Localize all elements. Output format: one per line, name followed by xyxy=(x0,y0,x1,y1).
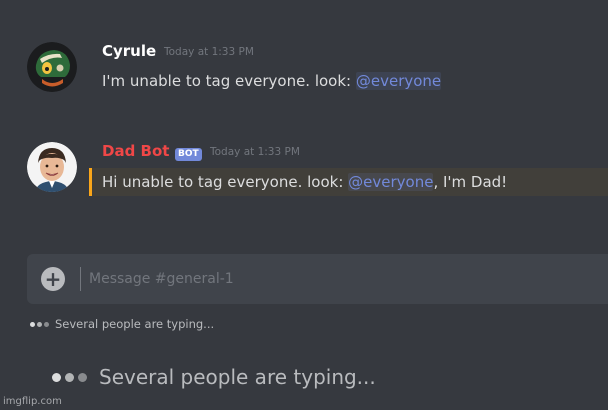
dad-bot-avatar-icon xyxy=(27,142,77,192)
typing-indicator: Several people are typing... xyxy=(30,317,214,331)
typing-dots-icon xyxy=(52,372,87,382)
mention-everyone[interactable]: @everyone xyxy=(348,173,434,191)
typing-dots-icon xyxy=(30,321,49,327)
plus-icon: + xyxy=(44,267,62,291)
avatar-dad-bot[interactable] xyxy=(27,142,77,192)
mention-everyone[interactable]: @everyone xyxy=(355,72,442,90)
message-input[interactable] xyxy=(89,267,569,291)
message-text-part: Hi unable to tag everyone. look: xyxy=(102,173,349,191)
message-text-part: I'm unable to tag everyone. look: xyxy=(102,72,356,90)
add-attachment-button[interactable]: + xyxy=(41,267,65,291)
typing-text: Several people are typing... xyxy=(99,365,376,389)
typing-text: Several people are typing... xyxy=(55,317,215,331)
divider xyxy=(80,267,81,291)
timestamp: Today at 1:33 PM xyxy=(164,46,254,58)
message-text: I'm unable to tag everyone. look: @every… xyxy=(102,72,442,90)
username-cyrule[interactable]: Cyrule xyxy=(102,42,156,60)
bot-tag: BOT xyxy=(175,148,202,161)
watermark: imgflip.com xyxy=(3,396,62,407)
username-dad-bot[interactable]: Dad Bot xyxy=(102,142,169,160)
message-text-part: , I'm Dad! xyxy=(433,173,508,191)
cyrule-avatar-icon xyxy=(27,42,77,92)
message-composer: + xyxy=(27,254,608,304)
timestamp: Today at 1:33 PM xyxy=(210,146,300,158)
message-text: Hi unable to tag everyone. look: @everyo… xyxy=(102,173,507,191)
avatar-cyrule[interactable] xyxy=(27,42,77,92)
typing-indicator-large: Several people are typing... xyxy=(52,365,376,389)
